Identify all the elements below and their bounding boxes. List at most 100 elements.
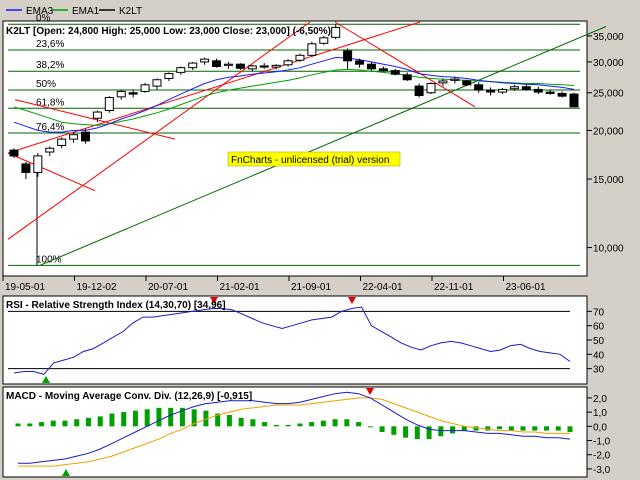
candle-down — [521, 86, 531, 90]
macd-histogram-bar — [85, 417, 91, 427]
x-tick-label: 22-04-01 — [363, 282, 403, 293]
macd-histogram-bar — [226, 414, 232, 427]
macd-histogram-bar — [473, 426, 479, 431]
macd-tick-label: 2,0 — [593, 394, 607, 405]
candle-down — [390, 70, 400, 75]
y-tick-label: 30,000 — [593, 58, 624, 69]
macd-histogram-bar — [391, 426, 397, 435]
price-header: K2LT [Open: 24,800 High: 25,000 Low: 23,… — [6, 26, 331, 37]
candle-up — [450, 78, 460, 81]
candle-up — [164, 73, 174, 79]
fib-label: 23,6% — [36, 39, 64, 50]
x-tick-label: 20-07-01 — [148, 282, 188, 293]
fib-label: 100% — [36, 254, 62, 265]
watermark-text: FnCharts - unlicensed (trial) version — [231, 155, 389, 166]
rsi-y-axis: 70 60 50 40 30 — [587, 307, 605, 376]
candle-up — [247, 65, 257, 70]
candle-up — [57, 138, 67, 146]
legend: EMA3 EMA1 K2LT — [1, 1, 151, 19]
candle-down — [259, 65, 269, 68]
candle-up — [200, 58, 210, 63]
y-tick-label: 20,000 — [593, 126, 624, 137]
macd-histogram-bar — [273, 424, 279, 427]
candle-down — [235, 63, 245, 69]
x-tick-label: 23-06-01 — [506, 282, 546, 293]
rsi-tick-label: 60 — [593, 322, 605, 333]
candle-down — [545, 91, 555, 94]
y-tick-label: 15,000 — [593, 175, 624, 186]
macd-y-axis: 2,0 1,0 0,0 -1,0 -2,0 -3,0 — [587, 394, 611, 476]
macd-histogram-bar — [520, 426, 526, 431]
candle-up — [509, 86, 519, 90]
macd-histogram-bar — [132, 410, 138, 427]
candle-up — [116, 90, 126, 98]
candle-up — [92, 111, 102, 119]
candle-up — [426, 83, 436, 94]
candle-down — [343, 50, 353, 62]
candle-down — [414, 85, 424, 96]
candle-down — [80, 131, 90, 142]
macd-histogram-bar — [555, 426, 561, 431]
rsi-tick-label: 40 — [593, 350, 605, 361]
macd-histogram-bar — [332, 419, 338, 427]
candle-up — [223, 63, 233, 66]
macd-histogram-bar — [403, 426, 409, 438]
macd-histogram-bar — [97, 416, 103, 427]
macd-histogram-bar — [497, 426, 503, 430]
rsi-tick-label: 50 — [593, 336, 605, 347]
candle-down — [212, 60, 222, 68]
candle-up — [104, 97, 114, 112]
fib-label: 76,4% — [36, 122, 64, 133]
macd-tick-label: -2,0 — [593, 451, 611, 462]
macd-histogram-bar — [508, 426, 514, 431]
macd-tick-label: -3,0 — [593, 465, 611, 476]
macd-histogram-bar — [144, 409, 150, 427]
macd-histogram-bar — [438, 426, 444, 437]
x-tick-label: 21-02-01 — [220, 282, 260, 293]
fib-label: 61,8% — [36, 97, 64, 108]
candle-up — [498, 88, 508, 93]
candle-down — [474, 84, 484, 91]
fib-label: 50% — [36, 79, 56, 90]
fib-label: 0% — [36, 13, 51, 24]
macd-tick-label: 0,0 — [593, 422, 607, 433]
y-tick-label: 10,000 — [593, 244, 624, 255]
x-tick-label: 19-05-01 — [5, 282, 45, 293]
macd-histogram-bar — [156, 407, 162, 427]
candle-up — [45, 147, 55, 153]
price-panel: 0% 23,6% 38,2% 50% 61,8% 76,4% 100% K2LT [Open… — [2, 13, 624, 277]
macd-histogram-bar — [532, 426, 538, 431]
macd-histogram-bar — [320, 420, 326, 427]
macd-histogram-bar — [309, 422, 315, 427]
candle-down — [462, 80, 472, 86]
fib-label: 38,2% — [36, 60, 64, 71]
macd-histogram-bar — [62, 420, 68, 427]
macd-histogram-bar — [50, 420, 56, 427]
macd-histogram-bar — [38, 422, 44, 427]
candle-up — [295, 54, 305, 61]
x-axis: 19-05-01 19-12-02 20-07-01 21-02-01 21-09-01… — [2, 276, 546, 293]
candle-up — [69, 134, 79, 140]
candle-up — [140, 84, 150, 92]
candle-up — [33, 155, 43, 173]
macd-histogram-bar — [109, 413, 115, 427]
candle-up — [438, 80, 448, 84]
stock-chart: EMA3 EMA1 K2LT 0% 23,6% 38,2% 50% 61,8% 76,4%… — [1, 1, 624, 478]
macd-histogram-bar — [450, 426, 456, 434]
candle-down — [486, 89, 496, 93]
candle-down — [9, 149, 19, 157]
rsi-tick-label: 70 — [593, 307, 605, 318]
candle-down — [402, 74, 412, 81]
candle-up — [319, 37, 329, 44]
macd-tick-label: 1,0 — [593, 408, 607, 419]
candle-up — [307, 43, 317, 56]
legend-k2lt-label: K2LT — [119, 6, 142, 17]
rsi-tick-label: 30 — [593, 365, 605, 376]
macd-histogram-bar — [27, 423, 33, 427]
candle-up — [331, 26, 341, 38]
rsi-panel: RSI - Relative Strength Index (14,30,70)… — [2, 295, 605, 385]
macd-histogram-bar — [367, 426, 373, 428]
candle-down — [557, 92, 567, 97]
macd-tick-label: -1,0 — [593, 437, 611, 448]
candle-up — [271, 64, 281, 68]
